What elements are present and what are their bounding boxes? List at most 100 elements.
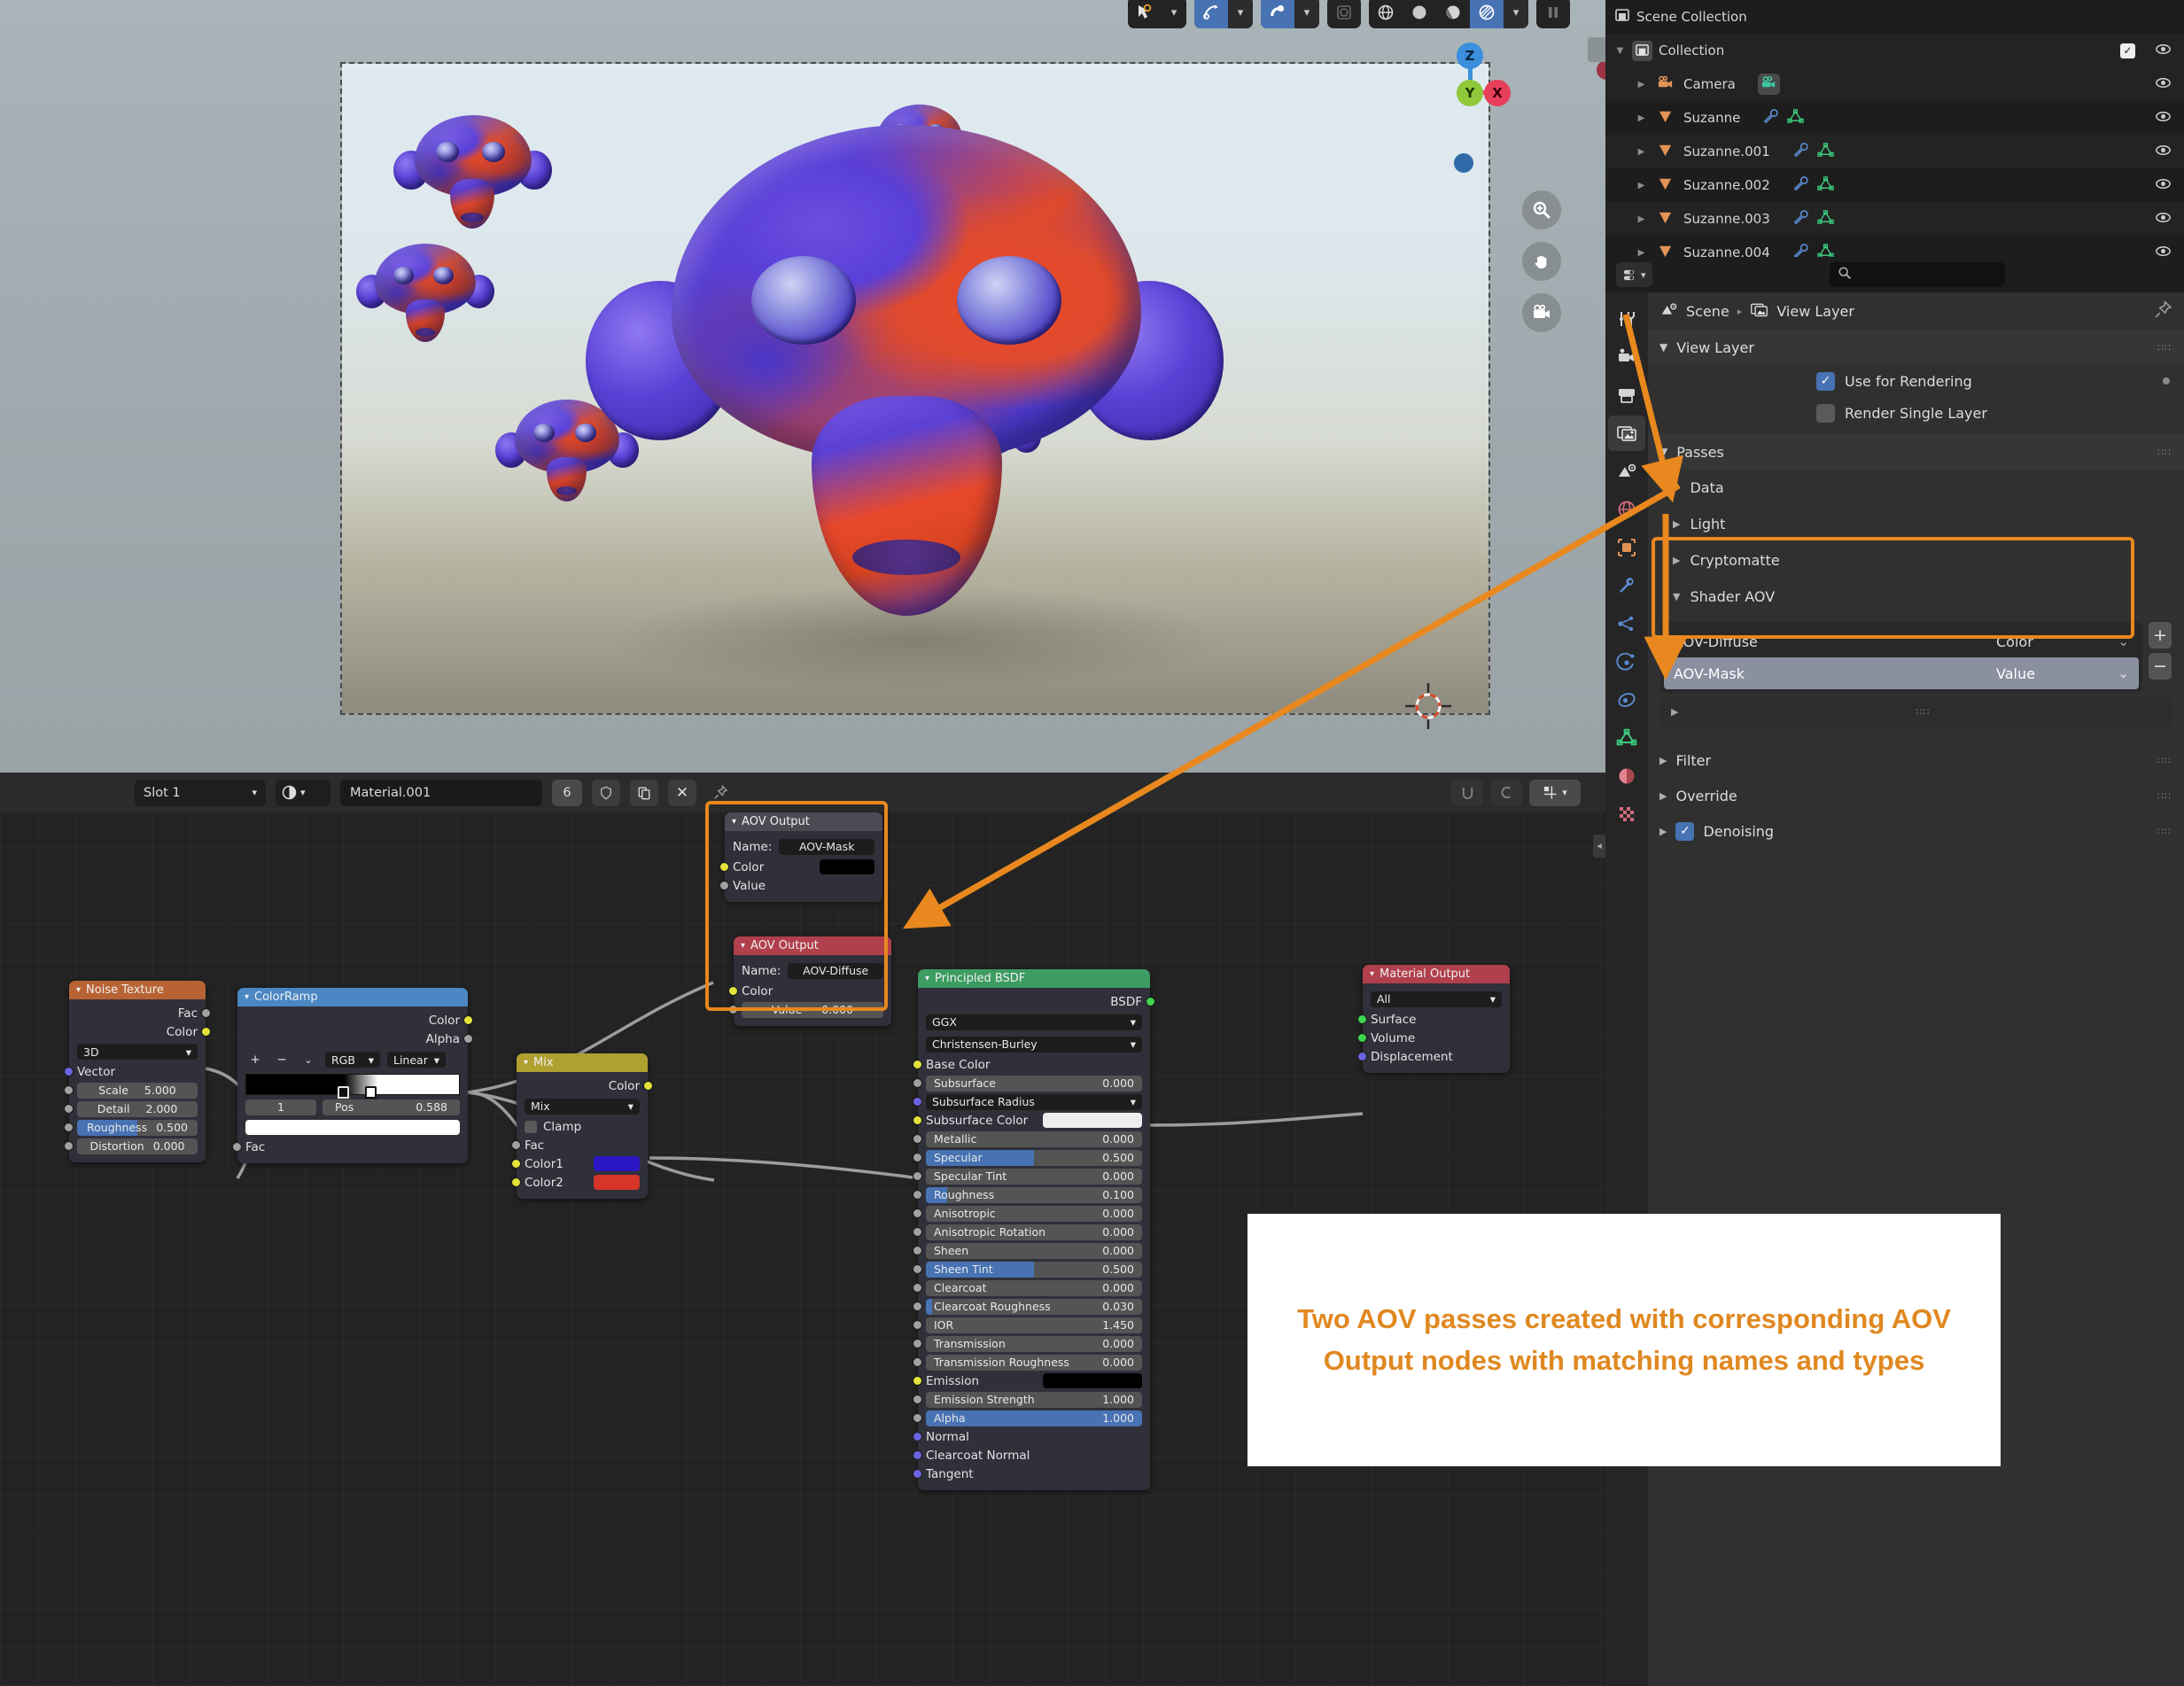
socket-normal[interactable]	[913, 1432, 922, 1441]
properties-tab-strip[interactable]	[1605, 292, 1648, 1686]
modifier-wrench-icon[interactable]	[1762, 108, 1779, 128]
axis-y-ball[interactable]: Y	[1457, 80, 1483, 106]
bsdf-input-row[interactable]: Normal	[918, 1427, 1150, 1446]
socket-roughness[interactable]	[64, 1123, 74, 1132]
node-editor-sidebar-handle[interactable]: ◂	[1593, 835, 1605, 858]
denoising-checkbox[interactable]: ✓	[1675, 822, 1694, 841]
expand-triangle-icon[interactable]: ▶	[1636, 248, 1647, 258]
blend-mode-row[interactable]: Mix ▾	[517, 1095, 648, 1117]
collapse-triangle-icon[interactable]: ▾	[741, 941, 745, 951]
bsdf-input-row[interactable]: Metallic0.000	[918, 1130, 1150, 1148]
socket-emission-strength[interactable]	[913, 1395, 922, 1404]
socket-color2[interactable]	[511, 1177, 521, 1187]
specular-field[interactable]: Specular0.500	[926, 1150, 1142, 1166]
visibility-eye-icon[interactable]	[2155, 209, 2172, 229]
collapse-triangle-icon[interactable]: ▼	[1659, 341, 1667, 354]
aov-name-field[interactable]: AOV-Diffuse	[788, 963, 883, 979]
panel-drag-grip[interactable]: ∷∷	[2157, 447, 2172, 458]
tab-material[interactable]	[1608, 758, 1645, 794]
panel-passes-header[interactable]: ▼ Passes ∷∷	[1648, 434, 2184, 470]
outliner-collection[interactable]: ▼ Collection ✓	[1605, 34, 2184, 67]
colorramp-menu-chevron-down-icon[interactable]: ⌄	[299, 1054, 318, 1066]
subpanel-shader-aov[interactable]: ▼ Shader AOV	[1648, 579, 2184, 615]
clamp-row[interactable]: Clamp	[517, 1117, 648, 1136]
proportional-icon[interactable]	[1490, 780, 1522, 806]
subpanel-data[interactable]: ▶ Data	[1648, 470, 2184, 506]
node-header[interactable]: ▾ AOV Output	[734, 936, 891, 955]
distribution-dropdown[interactable]: GGX ▾	[926, 1014, 1142, 1030]
aov-list[interactable]: AOV-DiffuseColor⌄AOV-MaskValue⌄	[1660, 622, 2142, 693]
pin-icon[interactable]	[2154, 300, 2172, 322]
expand-triangle-icon[interactable]: ▶	[1636, 147, 1647, 157]
aov-name-field[interactable]: AOV-Mask	[779, 839, 874, 855]
socket-surface[interactable]	[1357, 1014, 1367, 1024]
roughness-slider[interactable]: Roughness 0.500	[77, 1120, 198, 1136]
collapse-triangle-icon[interactable]: ▾	[245, 992, 249, 1002]
node-material-output[interactable]: ▾ Material Output All ▾ Surface	[1363, 965, 1510, 1073]
socket-transmission[interactable]	[913, 1339, 922, 1348]
transform-orientation-group[interactable]: ▾	[1194, 0, 1253, 28]
fake-user-shield-icon[interactable]	[592, 780, 620, 806]
tab-data[interactable]	[1608, 720, 1645, 756]
bsdf-input-row[interactable]: Alpha1.000	[918, 1409, 1150, 1427]
tab-physics[interactable]	[1608, 644, 1645, 680]
axis-x-ball[interactable]: X	[1484, 80, 1511, 106]
color1-swatch[interactable]	[594, 1156, 640, 1171]
socket-color1[interactable]	[511, 1159, 521, 1169]
bsdf-input-row[interactable]: Subsurface0.000	[918, 1074, 1150, 1092]
remove-stop-button[interactable]: −	[272, 1053, 291, 1067]
node-header[interactable]: ▾ Noise Texture	[69, 981, 206, 999]
socket-value[interactable]	[719, 881, 729, 890]
expand-triangle-icon[interactable]: ▶	[1673, 482, 1680, 493]
tab-world[interactable]	[1608, 492, 1645, 527]
scale-field[interactable]: Scale 5.000	[77, 1083, 198, 1099]
axis-negative-z-ball[interactable]	[1454, 153, 1473, 173]
node-header[interactable]: ▾ AOV Output	[725, 812, 882, 831]
specular-tint-field[interactable]: Specular Tint0.000	[926, 1169, 1142, 1185]
use-for-rendering-row[interactable]: ✓ Use for Rendering	[1648, 365, 2184, 397]
ior-field[interactable]: IOR1.450	[926, 1317, 1142, 1333]
visibility-eye-icon[interactable]	[2155, 142, 2172, 162]
roughness-field[interactable]: Roughness0.100	[926, 1187, 1142, 1203]
node-header[interactable]: ▾ Principled BSDF	[918, 969, 1150, 988]
outliner-item-suzanne-003[interactable]: ▶Suzanne.003	[1605, 202, 2184, 236]
bsdf-input-row[interactable]: Transmission Roughness0.000	[918, 1353, 1150, 1371]
expand-triangle-icon[interactable]: ▶	[1636, 113, 1647, 123]
distribution-dropdown-row[interactable]: GGX ▾	[918, 1011, 1150, 1033]
remove-aov-button[interactable]: −	[2149, 653, 2172, 680]
collapse-triangle-icon[interactable]: ▼	[1673, 591, 1680, 602]
viewport-sidebar-handle[interactable]	[1588, 37, 1605, 62]
render-single-layer-checkbox[interactable]	[1816, 404, 1835, 423]
node-input-row[interactable]: Volume	[1363, 1029, 1510, 1047]
tab-output[interactable]	[1608, 377, 1645, 413]
socket-ior[interactable]	[913, 1320, 922, 1330]
cursor-select-tool-icon[interactable]	[1128, 0, 1162, 28]
bsdf-input-row[interactable]: Subsurface Radius▾	[918, 1092, 1150, 1111]
axis-z-ball[interactable]: Z	[1457, 43, 1483, 69]
metallic-field[interactable]: Metallic0.000	[926, 1131, 1142, 1147]
socket-color[interactable]	[463, 1015, 473, 1025]
socket-subsurface[interactable]	[913, 1078, 922, 1088]
expand-triangle-icon[interactable]: ▶	[1659, 826, 1667, 837]
socket-fac[interactable]	[232, 1142, 242, 1152]
node-input-row[interactable]: Value 0.000	[734, 1000, 891, 1019]
subsurface-field[interactable]: Subsurface0.000	[926, 1076, 1142, 1092]
aov-color-swatch[interactable]	[820, 859, 874, 874]
socket-alpha[interactable]	[463, 1034, 473, 1044]
expand-triangle-icon[interactable]: ▶	[1659, 755, 1667, 766]
cursor-tool-chevron-down-icon[interactable]: ▾	[1162, 0, 1186, 28]
dimension-dropdown-row[interactable]: 3D ▾	[69, 1041, 206, 1062]
subsurface-method-dropdown-row[interactable]: Christensen-Burley ▾	[918, 1033, 1150, 1055]
node-input-row[interactable]: Fac	[517, 1136, 648, 1154]
expand-triangle-icon[interactable]: ▶	[1673, 518, 1680, 530]
socket-clearcoat-roughness[interactable]	[913, 1301, 922, 1311]
node-mix[interactable]: ▾ Mix Color Mix ▾	[517, 1053, 648, 1199]
stop-color-swatch[interactable]	[245, 1120, 460, 1135]
bsdf-input-row[interactable]: Anisotropic0.000	[918, 1204, 1150, 1223]
editor-type-dropdown[interactable]: ▾	[1616, 262, 1652, 287]
bsdf-input-rows[interactable]: Base ColorSubsurface0.000Subsurface Radi…	[918, 1055, 1150, 1483]
node-output-row[interactable]: Color	[69, 1022, 206, 1041]
target-dropdown-row[interactable]: All ▾	[1363, 988, 1510, 1010]
pause-icon[interactable]	[1536, 0, 1570, 28]
clearcoat-roughness-field[interactable]: Clearcoat Roughness0.030	[926, 1299, 1142, 1315]
